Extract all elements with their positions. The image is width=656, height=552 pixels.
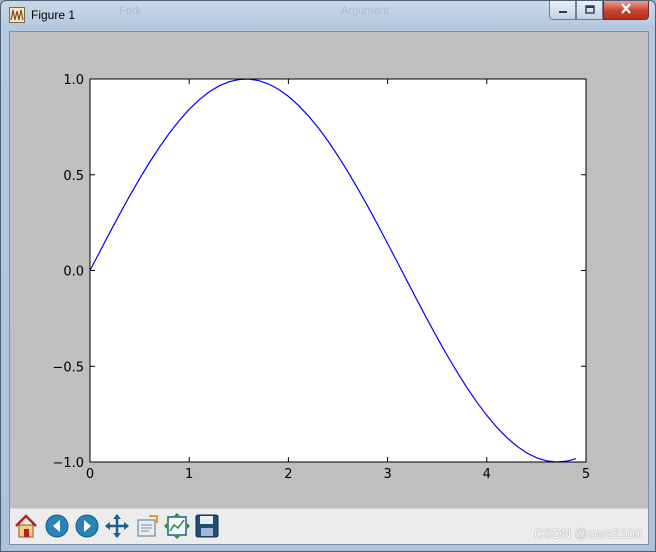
y-tick-label: 0.5 bbox=[63, 169, 84, 184]
window-controls bbox=[549, 1, 649, 21]
y-tick-label: 0.0 bbox=[63, 265, 84, 280]
figure-canvas[interactable]: 0 1 2 3 4 5 1.0 0.5 0.0 −0.5 −1.0 CSDN @… bbox=[9, 31, 649, 545]
y-tick-label: −1.0 bbox=[52, 456, 84, 471]
close-icon bbox=[620, 1, 632, 19]
save-button[interactable] bbox=[193, 512, 221, 540]
x-tick-label: 1 bbox=[185, 467, 193, 482]
minimize-icon bbox=[558, 1, 568, 19]
back-arrow-icon bbox=[43, 512, 71, 540]
pan-button[interactable] bbox=[103, 512, 131, 540]
figure-window: Figure 1 Fork Argument 0 1 2 3 4 5 1.0 0… bbox=[0, 0, 656, 552]
matplotlib-app-icon bbox=[9, 7, 25, 23]
x-tick-label: 3 bbox=[383, 467, 391, 482]
move-icon bbox=[103, 512, 131, 540]
maximize-button[interactable] bbox=[576, 1, 603, 20]
navigation-toolbar: CSDN @zero2100 bbox=[10, 508, 648, 544]
subplots-button[interactable] bbox=[163, 512, 191, 540]
zoom-rect-icon bbox=[133, 512, 161, 540]
axes-background bbox=[90, 79, 586, 462]
floppy-disk-icon bbox=[193, 512, 221, 540]
plot-figure: 0 1 2 3 4 5 1.0 0.5 0.0 −0.5 −1.0 bbox=[52, 73, 590, 482]
x-tick-label: 2 bbox=[284, 467, 292, 482]
background-window-title: Argument bbox=[341, 5, 389, 17]
forward-arrow-icon bbox=[73, 512, 101, 540]
close-button[interactable] bbox=[603, 1, 649, 20]
home-icon bbox=[12, 512, 40, 540]
zoom-button[interactable] bbox=[133, 512, 161, 540]
x-tick-label: 5 bbox=[582, 467, 590, 482]
maximize-icon bbox=[584, 1, 595, 19]
title-bar[interactable]: Figure 1 Fork Argument bbox=[1, 1, 655, 29]
x-tick-label: 0 bbox=[86, 467, 94, 482]
subplots-icon bbox=[163, 512, 191, 540]
home-button[interactable] bbox=[12, 512, 40, 540]
forward-button[interactable] bbox=[73, 512, 101, 540]
back-button[interactable] bbox=[43, 512, 71, 540]
x-tick-label: 4 bbox=[483, 467, 491, 482]
y-tick-label: 1.0 bbox=[63, 73, 84, 88]
watermark-text: CSDN @zero2100 bbox=[534, 526, 642, 541]
window-title: Figure 1 bbox=[31, 8, 76, 22]
y-tick-label: −0.5 bbox=[52, 360, 84, 375]
minimize-button[interactable] bbox=[549, 1, 576, 20]
background-window-title: Fork bbox=[119, 5, 141, 17]
